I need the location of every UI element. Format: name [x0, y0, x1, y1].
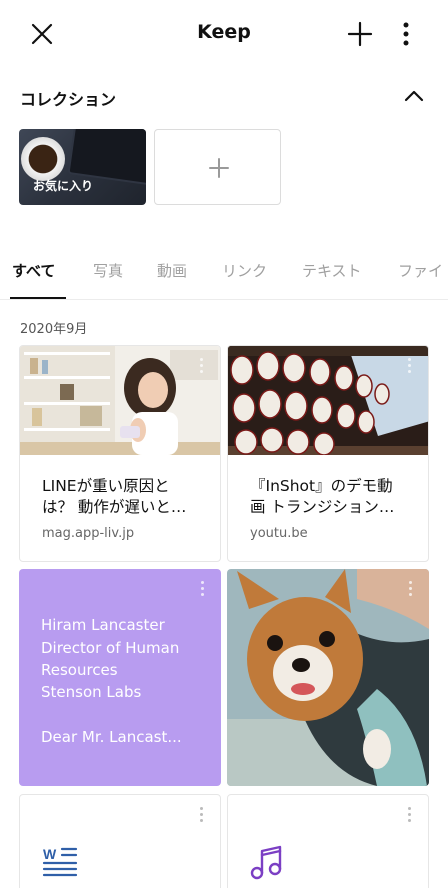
note-line: Hiram Lancaster [41, 616, 165, 634]
link-card-line[interactable]: LINEが重い原因と は？ 動作が遅いと… mag.app-liv.jp [19, 345, 221, 562]
collection-heading: コレクション [20, 90, 117, 109]
tab-text[interactable]: テキスト [302, 260, 362, 281]
plus-icon [209, 158, 229, 178]
more-vertical-icon[interactable] [406, 807, 412, 823]
tab-videos[interactable]: 動画 [157, 260, 187, 281]
link-title-line2: 画 トランジション… [250, 498, 395, 516]
top-bar: Keep [0, 0, 448, 68]
more-vertical-icon[interactable] [198, 807, 204, 823]
document-icon: W [42, 846, 78, 877]
tab-links[interactable]: リンク [222, 260, 267, 281]
link-domain: youtu.be [250, 526, 308, 541]
svg-text:W: W [43, 846, 57, 862]
page-title: Keep [197, 21, 251, 43]
tab-photos[interactable]: 写真 [93, 260, 123, 281]
photo-card-dog[interactable] [227, 569, 429, 786]
more-vertical-icon[interactable] [198, 358, 204, 374]
note-line: Stenson Labs [41, 683, 142, 701]
file-card-audio[interactable] [227, 794, 429, 888]
link-thumbnail-woman [20, 346, 220, 455]
tab-files[interactable]: ファイ [398, 260, 443, 281]
favorites-label: お気に入り [33, 179, 94, 193]
plus-icon[interactable] [345, 19, 375, 49]
link-domain: mag.app-liv.jp [42, 526, 135, 541]
photo-dog [227, 569, 429, 786]
text-note-card[interactable]: Hiram Lancaster Director of Human Resour… [19, 569, 221, 786]
link-card-inshot[interactable]: 『InShot』のデモ動 画 トランジション… youtu.be [227, 345, 429, 562]
note-line: Dear Mr. Lancast... [41, 728, 182, 746]
more-vertical-icon[interactable] [406, 358, 412, 374]
more-vertical-icon[interactable] [396, 19, 416, 49]
link-title-line1: 『InShot』のデモ動 [250, 477, 393, 495]
music-note-icon [250, 845, 282, 880]
chevron-up-icon[interactable] [400, 82, 428, 110]
more-vertical-icon[interactable] [407, 581, 413, 597]
link-title-line1: LINEが重い原因と [42, 477, 170, 495]
note-line: Director of Human [41, 639, 180, 657]
date-group-label: 2020年9月 [20, 322, 88, 337]
favorites-thumbnail-cup [21, 137, 65, 181]
note-line: Resources [41, 661, 118, 679]
link-thumbnail-lanterns [228, 346, 428, 455]
tab-all[interactable]: すべて [12, 260, 55, 281]
add-collection-button[interactable] [154, 129, 281, 205]
link-title-line2: は？ 動作が遅いと… [42, 498, 187, 516]
more-vertical-icon[interactable] [199, 581, 205, 597]
active-tab-indicator [10, 297, 66, 299]
filter-tabs: すべて 写真 動画 リンク テキスト ファイ [0, 250, 448, 300]
file-card-document[interactable]: W [19, 794, 221, 888]
favorites-collection-card[interactable]: お気に入り [19, 129, 146, 205]
